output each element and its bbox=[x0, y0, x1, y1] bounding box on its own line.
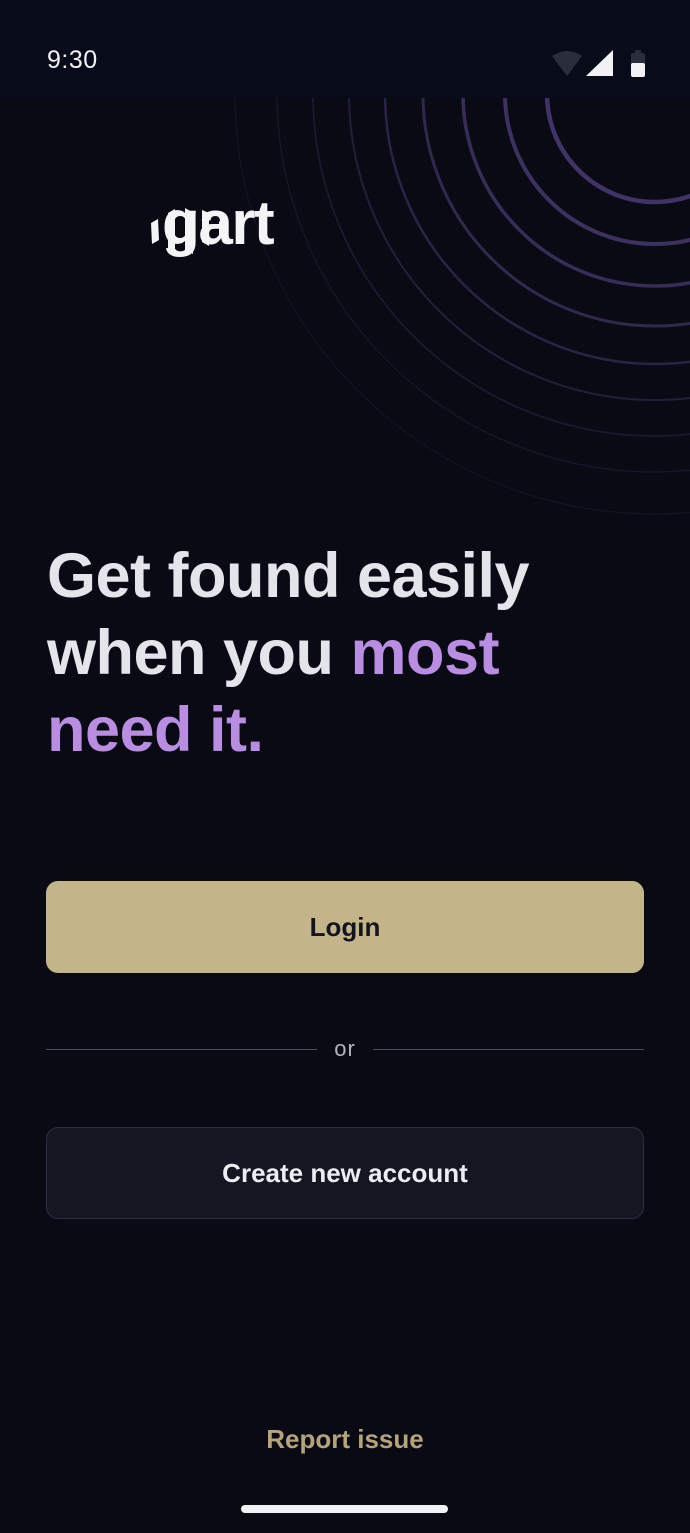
headline-accent-word: most bbox=[350, 618, 500, 688]
wifi-icon bbox=[552, 51, 582, 76]
divider-line-right bbox=[373, 1049, 644, 1050]
brand-wordmark: gart bbox=[162, 189, 275, 258]
battery-icon bbox=[631, 50, 645, 77]
report-issue-link[interactable]: Report issue bbox=[0, 1424, 690, 1455]
headline-line-2: when you bbox=[47, 618, 351, 688]
headline: Get found easily when you most need it. bbox=[47, 538, 647, 769]
cellular-signal-icon bbox=[586, 50, 613, 76]
login-button-label: Login bbox=[309, 911, 381, 942]
or-divider: or bbox=[46, 1032, 644, 1068]
headline-line-1: Get found easily bbox=[47, 541, 530, 611]
login-button[interactable]: Login bbox=[46, 881, 644, 973]
decorative-rings bbox=[234, 98, 690, 515]
status-time: 9:30 bbox=[47, 46, 98, 74]
headline-line-3: need it. bbox=[47, 695, 264, 765]
status-icons bbox=[552, 50, 645, 77]
create-account-button-label: Create new account bbox=[222, 1157, 468, 1188]
status-bar: 9:30 bbox=[0, 0, 690, 98]
home-indicator[interactable] bbox=[241, 1505, 448, 1513]
create-account-button[interactable]: Create new account bbox=[46, 1127, 644, 1219]
